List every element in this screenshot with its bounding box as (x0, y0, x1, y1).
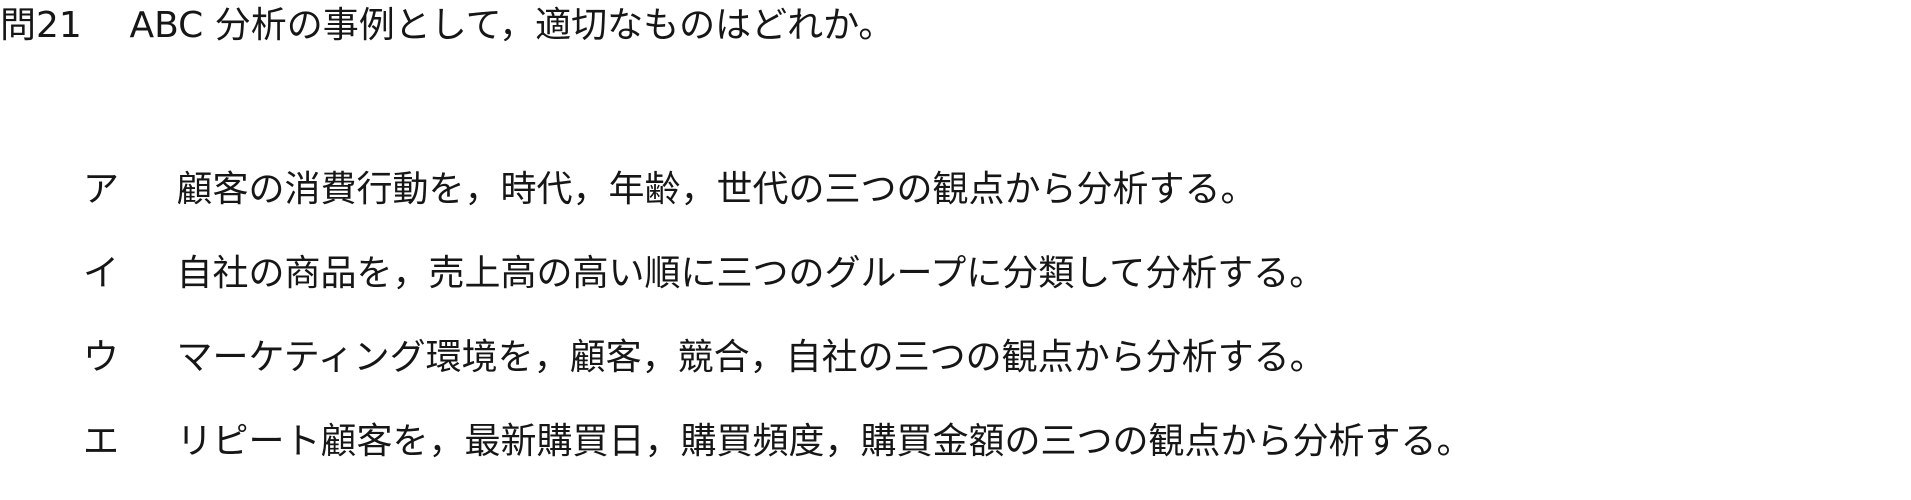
choice-text: 自社の商品を，売上高の高い順に三つのグループに分類して分析する。 (176, 253, 1326, 294)
choice-label: ウ (83, 337, 120, 378)
choice-i: イ 自社の商品を，売上高の高い順に三つのグループに分類して分析する。 (83, 248, 1863, 332)
choice-text: リピート顧客を，最新購買日，購買頻度，購買金額の三つの観点から分析する。 (176, 421, 1473, 462)
question-number: 問21 (0, 5, 82, 46)
choice-text: マーケティング環境を，顧客，競合，自社の三つの観点から分析する。 (176, 337, 1326, 378)
choice-label: ア (83, 169, 120, 210)
choice-label: エ (83, 421, 120, 462)
choice-u: ウ マーケティング環境を，顧客，競合，自社の三つの観点から分析する。 (83, 332, 1863, 416)
choice-text: 顧客の消費行動を，時代，年齢，世代の三つの観点から分析する。 (176, 169, 1257, 210)
choice-a: ア 顧客の消費行動を，時代，年齢，世代の三つの観点から分析する。 (83, 164, 1863, 248)
choice-e: エ リピート顧客を，最新購買日，購買頻度，購買金額の三つの観点から分析する。 (83, 416, 1863, 500)
question-header: 問21 ABC 分析の事例として，適切なものはどれか。 (0, 0, 894, 52)
choice-label: イ (83, 253, 120, 294)
answer-choice-list: ア 顧客の消費行動を，時代，年齢，世代の三つの観点から分析する。 イ 自社の商品… (83, 164, 1863, 500)
question-text: ABC 分析の事例として，適切なものはどれか。 (129, 5, 895, 46)
exam-question-page: 問21 ABC 分析の事例として，適切なものはどれか。 ア 顧客の消費行動を，時… (0, 0, 1911, 486)
